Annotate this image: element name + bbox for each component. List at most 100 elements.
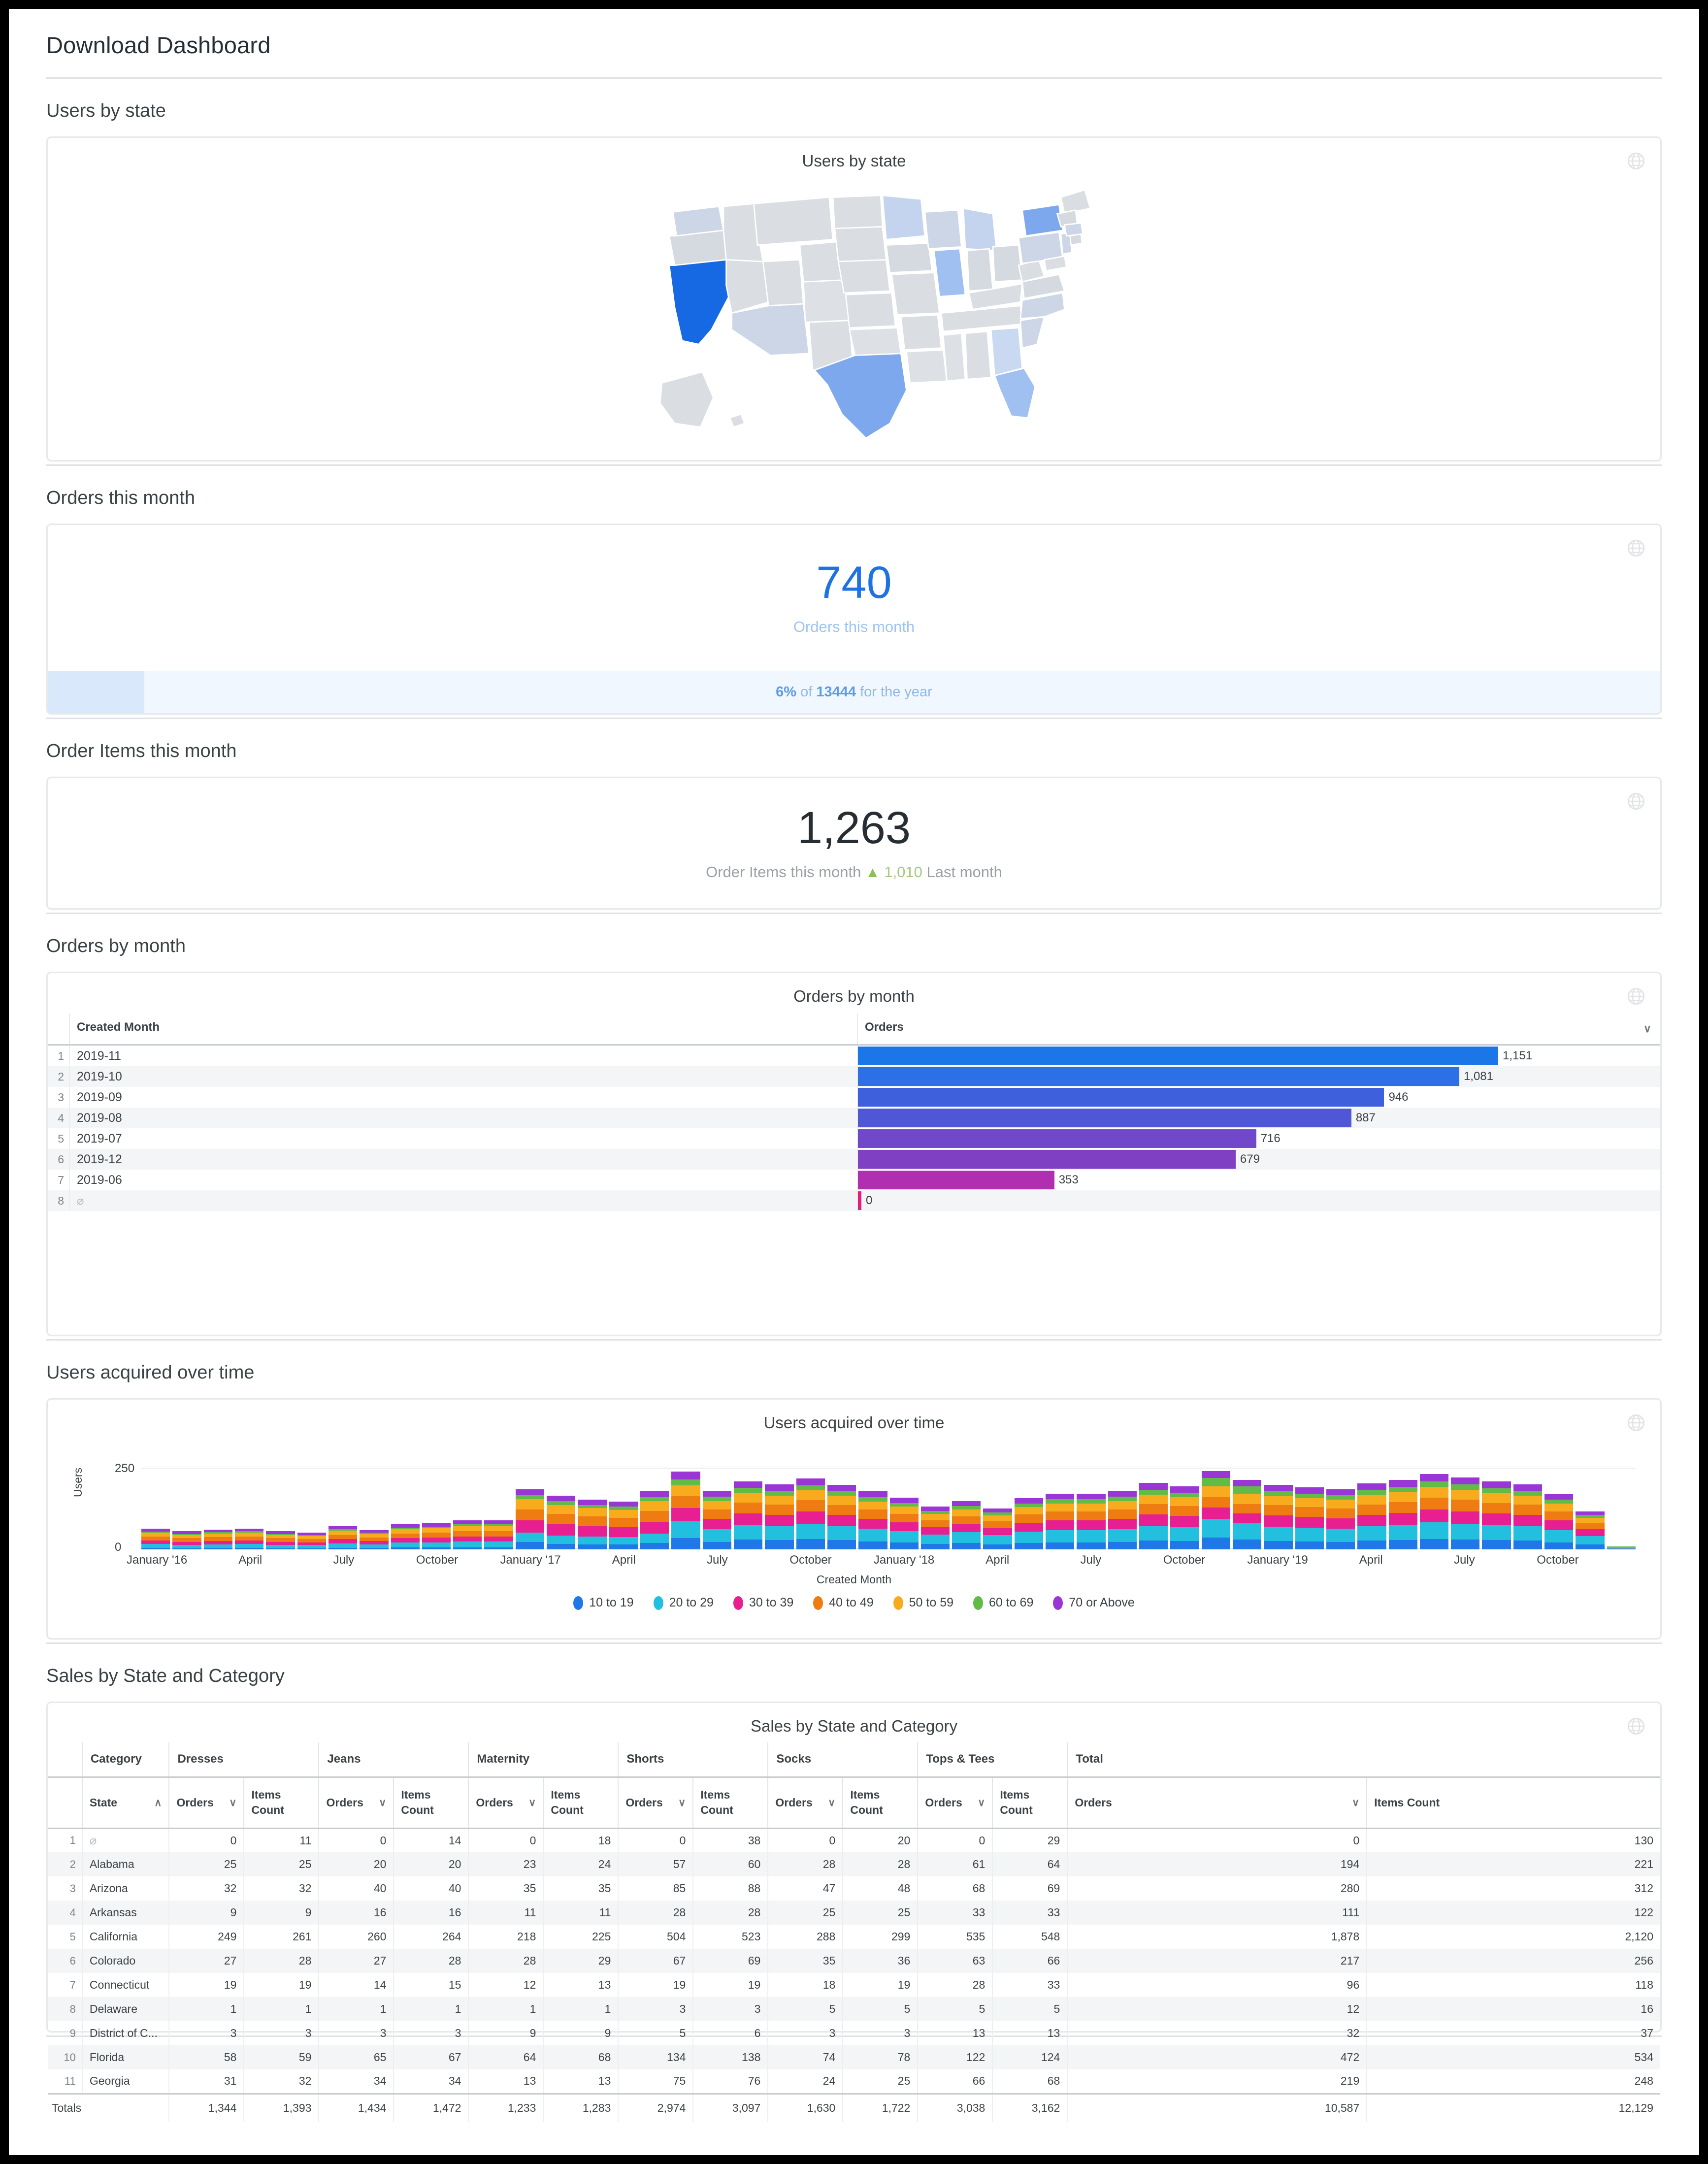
stacked-bar[interactable]: [1264, 1484, 1293, 1549]
globe-icon[interactable]: [1626, 1716, 1646, 1737]
legend-item[interactable]: 40 to 49: [813, 1596, 874, 1610]
stacked-bar[interactable]: [1482, 1481, 1511, 1549]
col-orders[interactable]: Orders ∨: [857, 1014, 1660, 1046]
stacked-bar[interactable]: [328, 1526, 358, 1549]
table-row[interactable]: 1 ⌀ 0 11 0 14 0 18 0 38 0 20 0 29 0 130: [48, 1828, 1660, 1852]
table-row[interactable]: 9 District of C... 3 3 3 3 9 9 5 6 3 3 13 13 32 37: [48, 2021, 1660, 2045]
table-row[interactable]: 3 Arizona 32 32 40 40 35 35 85 88 47 48 68 69 280 312: [48, 1876, 1660, 1901]
cell-orders-bar[interactable]: 887: [857, 1108, 1660, 1128]
stacked-bar[interactable]: [547, 1495, 576, 1549]
stacked-bar[interactable]: [1014, 1498, 1044, 1549]
cell-orders-bar[interactable]: 679: [857, 1149, 1660, 1170]
tile-orders-by-month[interactable]: Orders by month Created Month Orders ∨ 1…: [46, 972, 1662, 1336]
stacked-bar[interactable]: [827, 1484, 856, 1549]
legend-item[interactable]: 30 to 39: [733, 1596, 793, 1610]
stacked-bar[interactable]: [1232, 1479, 1262, 1549]
stacked-bar[interactable]: [858, 1491, 887, 1549]
globe-icon[interactable]: [1626, 151, 1646, 171]
col-items-count[interactable]: Items Count: [543, 1777, 619, 1828]
cell-orders-bar[interactable]: 1,151: [857, 1045, 1660, 1066]
stacked-bar[interactable]: [1419, 1474, 1449, 1549]
col-items-count[interactable]: Items Count: [243, 1777, 319, 1828]
cell-orders-bar[interactable]: 1,081: [857, 1066, 1660, 1087]
stacked-bar[interactable]: [453, 1520, 482, 1549]
stacked-bar[interactable]: [234, 1528, 264, 1549]
stacked-bar[interactable]: [1108, 1490, 1137, 1549]
col-orders[interactable]: Orders ∨: [917, 1777, 993, 1828]
stacked-bar[interactable]: [391, 1524, 420, 1549]
stacked-bar[interactable]: [1170, 1486, 1199, 1549]
stacked-bar[interactable]: [765, 1484, 794, 1549]
stacked-bar[interactable]: [1295, 1487, 1324, 1549]
stacked-bar[interactable]: [889, 1498, 919, 1549]
table-row[interactable]: 11 Georgia 31 32 34 34 13 13 75 76 24 25 66 68 219 248: [48, 2069, 1660, 2094]
tile-orders-this-month[interactable]: 740 Orders this month 6% of 13444 for th…: [46, 524, 1662, 715]
stacked-bar[interactable]: [1201, 1471, 1230, 1549]
stacked-bar[interactable]: [1139, 1483, 1168, 1549]
stacked-bar[interactable]: [796, 1478, 825, 1549]
stacked-bar[interactable]: [266, 1531, 295, 1549]
col-orders[interactable]: Orders ∨: [618, 1777, 693, 1828]
stacked-bar[interactable]: [1388, 1480, 1417, 1549]
legend-item[interactable]: 50 to 59: [893, 1596, 953, 1610]
table-row[interactable]: 10 Florida 58 59 65 67 64 68 134 138 74 78 122 124 472…: [48, 2045, 1660, 2069]
stacked-bar[interactable]: [1046, 1494, 1075, 1549]
chevron-down-icon[interactable]: ∨: [229, 1797, 236, 1809]
tile-users-by-state[interactable]: Users by state: [46, 136, 1662, 461]
sort-asc-icon[interactable]: ∧: [154, 1797, 162, 1809]
table-row[interactable]: 7 Connecticut 19 19 14 15 12 13 19 19 18 19 28 33 96 11…: [48, 1973, 1660, 1997]
stacked-bar[interactable]: [952, 1501, 981, 1549]
stacked-bar[interactable]: [172, 1531, 201, 1549]
chevron-down-icon[interactable]: ∨: [1352, 1797, 1359, 1809]
chevron-down-icon[interactable]: ∨: [379, 1797, 386, 1809]
stacked-bar[interactable]: [297, 1532, 326, 1549]
table-row[interactable]: 3 2019-09 946: [48, 1087, 1660, 1108]
legend-item[interactable]: 70 or Above: [1053, 1596, 1135, 1610]
stacked-bar[interactable]: [702, 1490, 731, 1549]
stacked-bar[interactable]: [640, 1491, 669, 1549]
col-state[interactable]: State ∧: [81, 1777, 169, 1828]
bar[interactable]: [858, 1109, 1351, 1127]
legend-item[interactable]: 20 to 29: [653, 1596, 714, 1610]
col-items-count[interactable]: Items Count: [393, 1777, 469, 1828]
globe-icon[interactable]: [1626, 538, 1646, 558]
col-total-orders[interactable]: Orders ∨: [1067, 1777, 1367, 1828]
col-orders[interactable]: Orders ∨: [318, 1777, 394, 1828]
stacked-bar[interactable]: [422, 1523, 451, 1549]
bar[interactable]: [858, 1088, 1384, 1107]
col-orders[interactable]: Orders ∨: [767, 1777, 843, 1828]
us-choropleth-map[interactable]: [48, 173, 1660, 449]
col-items-count[interactable]: Items Count: [692, 1777, 768, 1828]
stacked-bar[interactable]: [484, 1520, 513, 1549]
table-row[interactable]: 2 Alabama 25 25 20 20 23 24 57 60 28 28 61 64 194 221: [48, 1852, 1660, 1876]
legend-item[interactable]: 60 to 69: [973, 1596, 1033, 1610]
col-total-items-count[interactable]: Items Count: [1366, 1777, 1660, 1828]
tile-order-items-this-month[interactable]: 1,263 Order Items this month ▲ 1,010 Las…: [46, 777, 1662, 910]
stacked-bar[interactable]: [1077, 1494, 1106, 1549]
table-row[interactable]: 2 2019-10 1,081: [48, 1066, 1660, 1087]
stacked-bar[interactable]: [141, 1529, 170, 1549]
stacked-bar[interactable]: [1544, 1494, 1574, 1549]
stacked-bar[interactable]: [983, 1508, 1012, 1549]
stacked-bar[interactable]: [1576, 1511, 1605, 1549]
col-items-count[interactable]: Items Count: [992, 1777, 1068, 1828]
table-row[interactable]: 5 California 249 261 260 264 218 225 504 523 288 29…: [48, 1925, 1660, 1949]
globe-icon[interactable]: [1626, 1412, 1646, 1433]
tile-users-acquired-over-time[interactable]: Users acquired over time Users 250 0 Jan…: [46, 1398, 1662, 1639]
tile-sales-by-state-and-category[interactable]: Sales by State and Category Category Dres…: [46, 1702, 1662, 2122]
stacked-bar[interactable]: [1513, 1484, 1543, 1549]
table-row[interactable]: 7 2019-06 353: [48, 1170, 1660, 1190]
stacked-bar[interactable]: [609, 1502, 638, 1549]
table-row[interactable]: 4 Arkansas 9 9 16 16 11 11 28 28 25 25 33 33 111 122: [48, 1901, 1660, 1925]
table-row[interactable]: 6 Colorado 27 28 27 28 28 29 67 69 35 36 63 66 217 256: [48, 1949, 1660, 1973]
chevron-down-icon[interactable]: ∨: [678, 1797, 686, 1809]
stacked-bar[interactable]: [515, 1489, 545, 1549]
stacked-bar[interactable]: [1326, 1489, 1355, 1549]
col-orders[interactable]: Orders ∨: [168, 1777, 244, 1828]
chevron-down-icon[interactable]: ∨: [1643, 1022, 1651, 1035]
bar[interactable]: [858, 1150, 1236, 1169]
stacked-bar[interactable]: [671, 1472, 700, 1549]
table-row[interactable]: 5 2019-07 716: [48, 1128, 1660, 1149]
bar[interactable]: [858, 1047, 1498, 1065]
stacked-bar[interactable]: [360, 1530, 389, 1549]
